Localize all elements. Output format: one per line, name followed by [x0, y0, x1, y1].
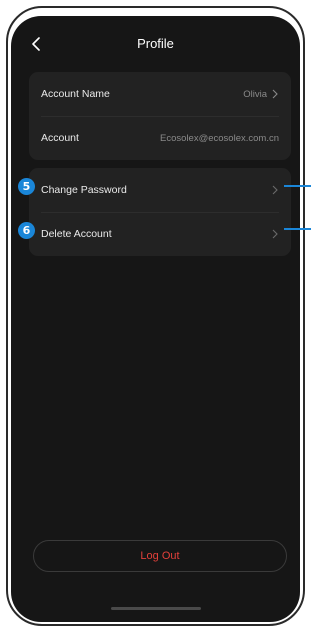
account-name-value: Olivia — [243, 88, 267, 100]
home-indicator — [111, 607, 201, 610]
account-name-row[interactable]: Account Name Olivia — [29, 72, 291, 116]
delete-account-row[interactable]: Delete Account — [29, 212, 291, 256]
callout-line-6 — [284, 228, 311, 230]
account-label: Account — [41, 132, 79, 144]
security-group: Change Password Delete Account — [29, 168, 291, 256]
change-password-row[interactable]: Change Password — [29, 168, 291, 212]
delete-account-label: Delete Account — [41, 228, 112, 240]
chevron-right-icon — [272, 89, 278, 99]
chevron-right-icon — [272, 229, 278, 239]
page-title: Profile — [137, 36, 174, 51]
account-info-group: Account Name Olivia Account Ecosolex@eco… — [29, 72, 291, 160]
callout-badge-5: 5 — [18, 178, 35, 195]
app-screen: Profile Account Name Olivia Account Ecos… — [11, 16, 300, 622]
header: Profile — [11, 16, 300, 72]
callout-badge-6: 6 — [18, 222, 35, 239]
logout-button[interactable]: Log Out — [33, 540, 287, 572]
account-row: Account Ecosolex@ecosolex.com.cn — [29, 116, 291, 160]
chevron-right-icon — [272, 185, 278, 195]
change-password-label: Change Password — [41, 184, 127, 196]
account-email-value: Ecosolex@ecosolex.com.cn — [160, 132, 279, 144]
account-name-label: Account Name — [41, 88, 110, 100]
callout-line-5 — [284, 185, 311, 187]
